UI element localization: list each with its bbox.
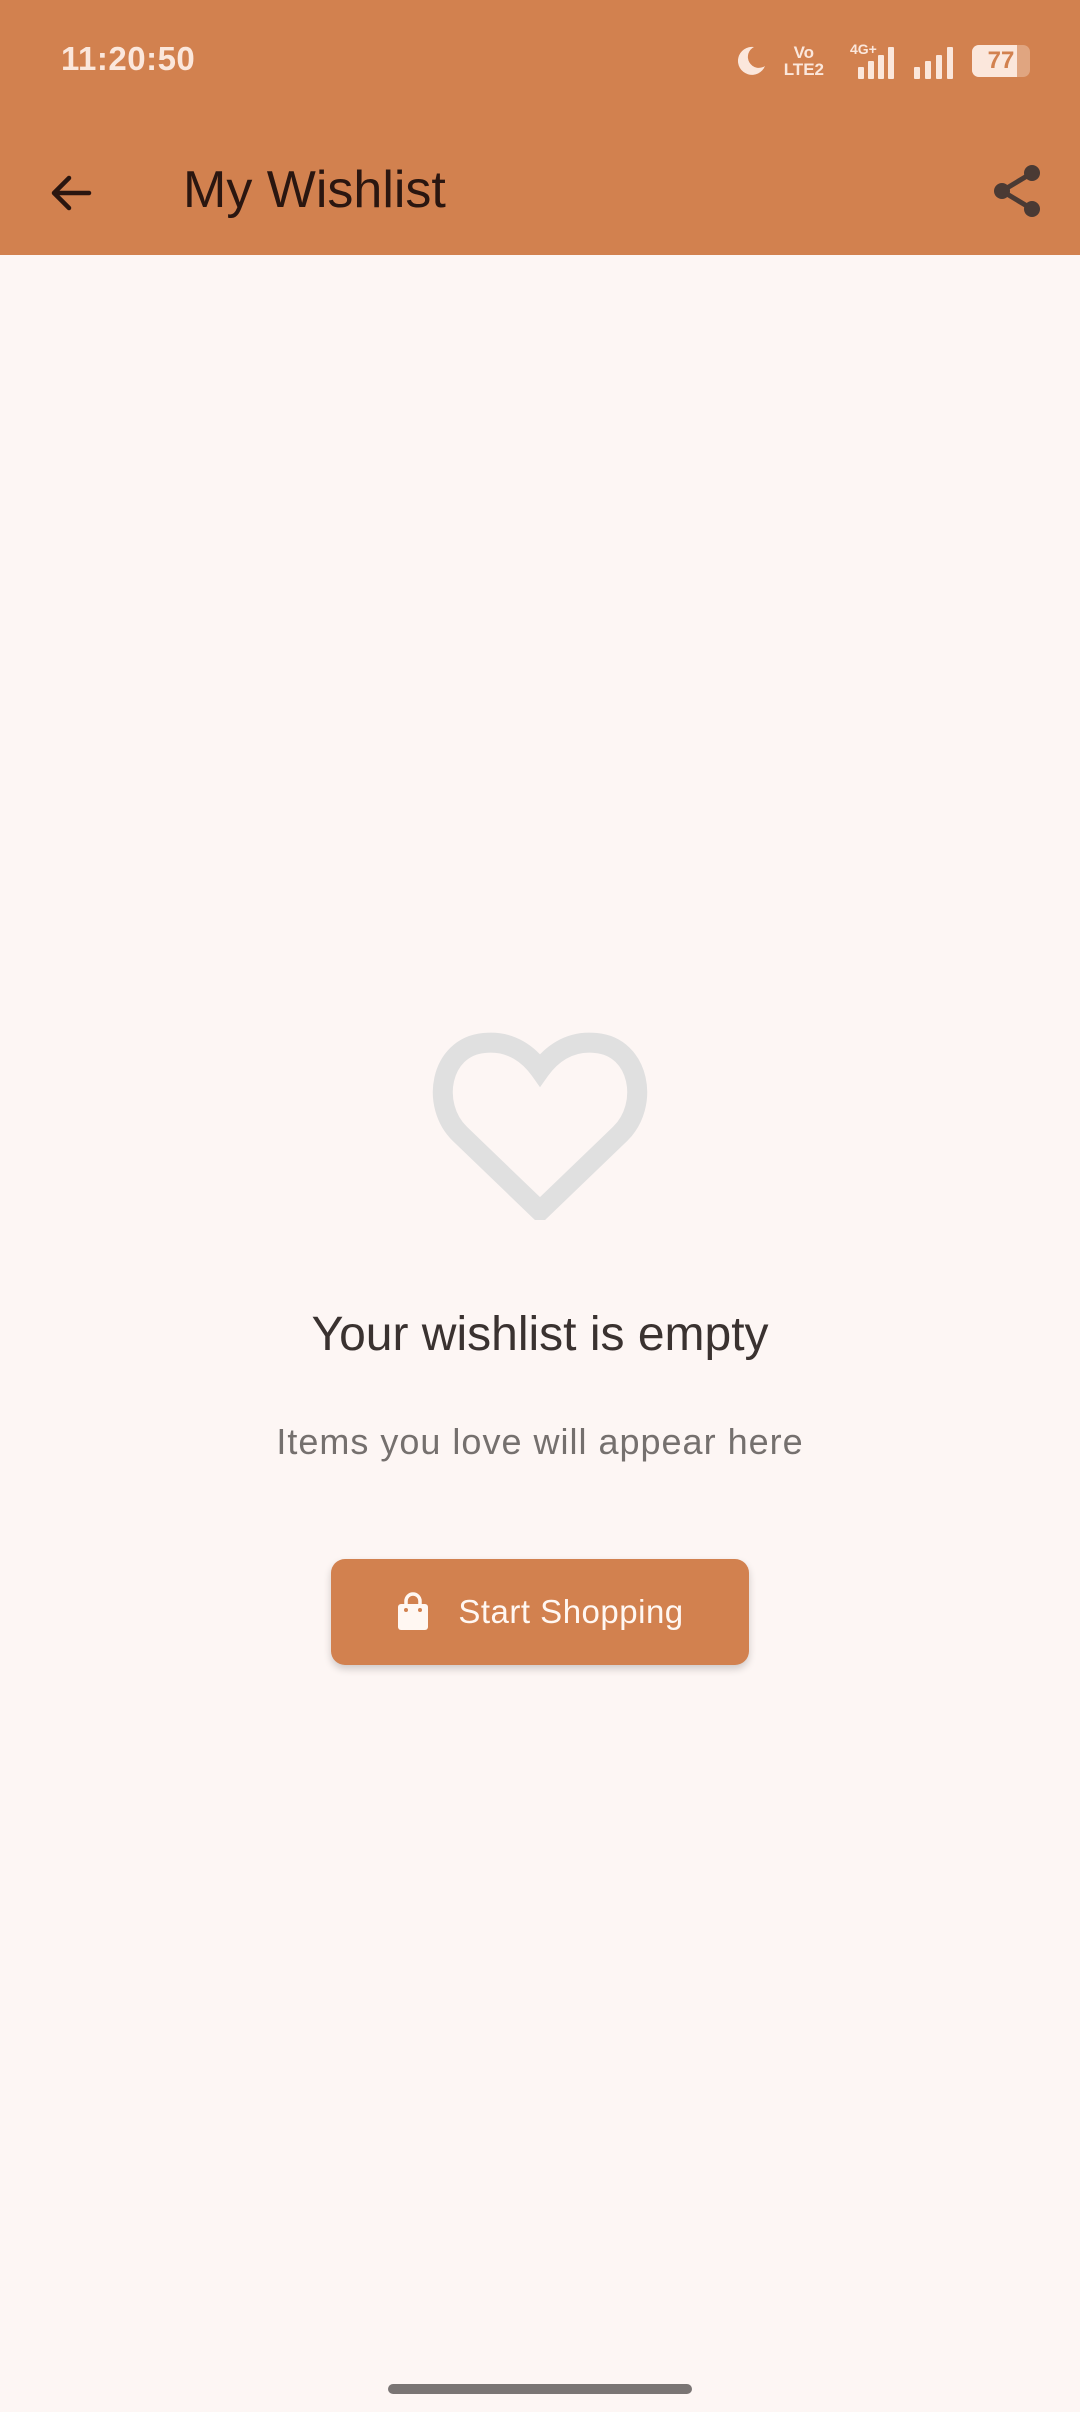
battery-level: 77: [987, 47, 1015, 74]
toolbar: My Wishlist: [0, 120, 1080, 255]
moon-icon: [737, 46, 765, 75]
page-title: My Wishlist: [183, 161, 446, 219]
back-button[interactable]: [30, 152, 112, 234]
status-time: 11:20:50: [61, 40, 196, 77]
empty-subtitle: Items you love will appear here: [276, 1421, 804, 1462]
shopping-bag-icon: [398, 1592, 429, 1630]
home-indicator[interactable]: [388, 2384, 692, 2394]
share-button[interactable]: [976, 150, 1058, 232]
share-icon: [994, 165, 1040, 217]
volte-indicator: Vo LTE2: [784, 44, 824, 78]
volte-line2: LTE2: [783, 60, 824, 79]
heart-outline-icon: [432, 1032, 648, 1220]
status-bar: 11:20:50 Vo LTE2 4G+ 77: [0, 0, 1080, 120]
signal-icon: [914, 47, 953, 79]
status-icons: Vo LTE2 4G+ 77: [734, 40, 1030, 82]
empty-title: Your wishlist is empty: [311, 1308, 769, 1361]
start-shopping-button[interactable]: Start Shopping: [331, 1559, 749, 1665]
arrow-back-icon: [51, 175, 92, 211]
volte-line1: Vo: [793, 43, 815, 62]
start-shopping-label: Start Shopping: [458, 1593, 684, 1630]
network-label: 4G+: [850, 41, 877, 57]
app-bar: 11:20:50 Vo LTE2 4G+ 77 My Wishlist: [0, 0, 1080, 255]
signal-4g-icon: 4G+: [850, 41, 894, 79]
battery-icon: 77: [972, 45, 1030, 77]
